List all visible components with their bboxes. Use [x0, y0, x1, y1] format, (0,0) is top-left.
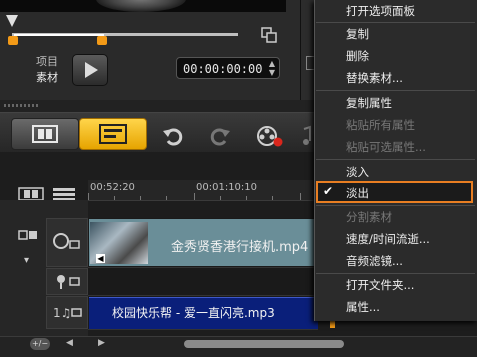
video-track-icon: [53, 233, 80, 249]
record-capture-icon[interactable]: [256, 125, 284, 147]
mode-project-label[interactable]: 项目: [36, 53, 58, 69]
film-icon: [32, 125, 58, 143]
undo-icon[interactable]: [162, 125, 184, 147]
time-ruler[interactable]: 00:52:20 00:01:10:10: [88, 180, 318, 201]
clip-end-marker: [330, 320, 335, 328]
menu-separator: [316, 22, 475, 23]
link-icon[interactable]: [18, 228, 38, 242]
ruler-timecode: 00:52:20: [90, 182, 135, 193]
audio-indicator-icon: ◀: [96, 254, 105, 263]
video-clip-title: 金秀贤香港行接机.mp4: [171, 240, 309, 255]
storyboard-view-button[interactable]: [11, 118, 79, 150]
timecode-field[interactable]: 00:00:00:00: [176, 57, 280, 79]
redo-icon[interactable]: [209, 125, 231, 147]
music-track-header[interactable]: 1♫: [46, 296, 88, 329]
menu-item-open-options[interactable]: 打开选项面板: [346, 3, 415, 19]
menu-item-delete[interactable]: 删除: [346, 48, 369, 64]
menu-separator: [316, 90, 475, 91]
player-panel: [0, 0, 300, 100]
checkmark-icon: ✔: [323, 184, 334, 198]
menu-item-fade-out[interactable]: 淡出: [346, 185, 369, 201]
voice-track-header[interactable]: [46, 268, 88, 295]
timeline-icon: [99, 124, 127, 144]
copy-icon[interactable]: [260, 26, 278, 44]
menu-item-paste-all-attributes[interactable]: 粘贴所有属性: [346, 117, 415, 133]
menu-item-copy-attributes[interactable]: 复制属性: [346, 95, 392, 111]
horizontal-scrollbar[interactable]: [184, 340, 344, 348]
timeline-view-button[interactable]: [79, 118, 147, 150]
video-track-header[interactable]: [46, 218, 88, 267]
scroll-right-icon[interactable]: ▶: [98, 338, 105, 348]
mode-clip-label[interactable]: 素材: [36, 69, 58, 85]
menu-separator: [316, 205, 475, 206]
scrubber-handle[interactable]: [6, 15, 18, 27]
zoom-button[interactable]: +/−: [30, 338, 50, 350]
menu-item-fade-in[interactable]: 淡入: [346, 164, 369, 180]
collapse-icon[interactable]: ▾: [24, 255, 29, 266]
menu-item-paste-selectable-attributes[interactable]: 粘贴可选属性...: [346, 139, 426, 155]
menu-item-open-folder[interactable]: 打开文件夹...: [346, 277, 414, 293]
menu-item-split-clip[interactable]: 分割素材: [346, 209, 392, 225]
scroll-left-icon[interactable]: ◀: [66, 338, 73, 348]
microphone-icon: [57, 275, 80, 289]
track-manager-icon[interactable]: [52, 187, 76, 201]
menu-item-highlight: [316, 181, 473, 203]
audio-clip-title: 校园快乐帮 - 爱一直闪亮.mp3: [112, 306, 275, 320]
audio-mixer-icon[interactable]: [300, 125, 312, 147]
menu-item-replace-clip[interactable]: 替换素材...: [346, 70, 403, 86]
menu-item-copy[interactable]: 复制: [346, 26, 369, 42]
menu-item-audio-filter[interactable]: 音频滤镜...: [346, 253, 403, 269]
menu-item-properties[interactable]: 属性...: [346, 299, 380, 315]
timecode-spinner[interactable]: ▲ ▼: [266, 59, 278, 77]
splitter-grip[interactable]: [4, 104, 40, 107]
trim-range: [14, 34, 104, 36]
menu-item-speed-time-lapse[interactable]: 速度/时间流逝...: [346, 231, 430, 247]
play-button[interactable]: [72, 54, 108, 86]
storyboard-icon[interactable]: [18, 187, 44, 201]
music-track-icon: 1♫: [53, 306, 82, 320]
svg-text:1♫: 1♫: [53, 306, 71, 320]
menu-separator: [316, 273, 475, 274]
voice-lane[interactable]: [88, 268, 318, 296]
ruler-timecode: 00:01:10:10: [196, 182, 258, 193]
menu-separator: [316, 159, 475, 160]
trim-end-handle[interactable]: [97, 36, 107, 45]
trim-start-handle[interactable]: [8, 36, 18, 45]
